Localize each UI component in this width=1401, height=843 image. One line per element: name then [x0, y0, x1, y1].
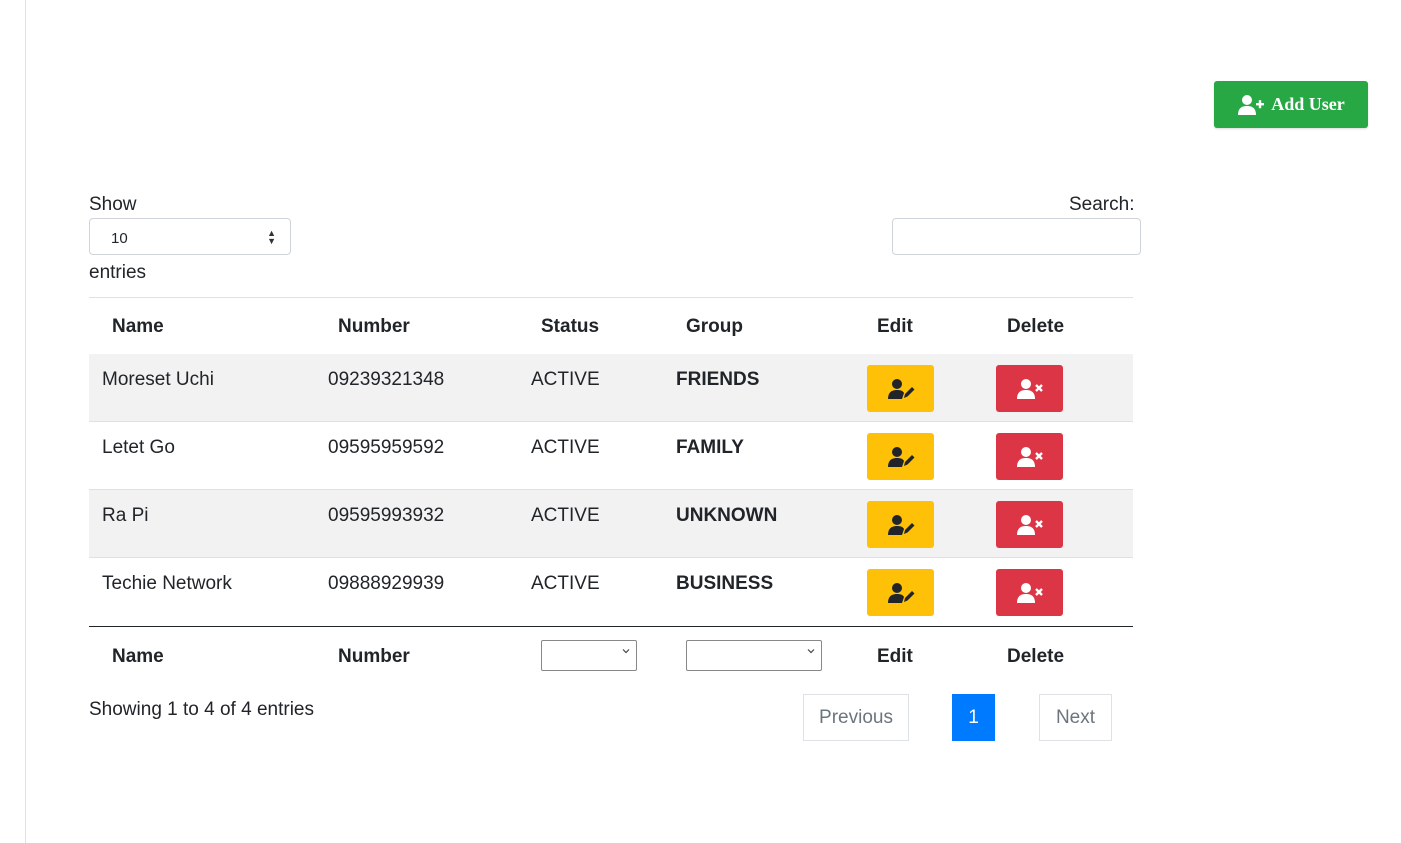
- user-times-icon: [1016, 378, 1043, 399]
- column-header-edit: Edit: [877, 316, 913, 337]
- chevron-down-icon: [622, 649, 630, 654]
- column-header-delete: Delete: [1007, 316, 1065, 337]
- cell-name: Ra Pi: [102, 505, 149, 526]
- column-header-name[interactable]: Name: [112, 316, 164, 338]
- user-edit-icon: [887, 582, 914, 603]
- edit-button[interactable]: [867, 501, 934, 548]
- footer-name: Name: [112, 646, 164, 667]
- status-filter-select[interactable]: [541, 640, 637, 671]
- footer-delete: Delete: [1007, 646, 1065, 667]
- cell-group: BUSINESS: [676, 573, 774, 594]
- page-divider: [25, 0, 26, 843]
- user-times-icon: [1016, 446, 1043, 467]
- table-row: Ra Pi 09595993932 ACTIVE UNKNOWN: [89, 490, 1133, 558]
- search-input[interactable]: [892, 218, 1141, 255]
- cell-number: 09239321348: [328, 369, 445, 390]
- add-user-button[interactable]: Add User: [1214, 81, 1368, 128]
- cell-number: 09888929939: [328, 573, 445, 594]
- chevron-down-icon: [807, 649, 815, 654]
- delete-button[interactable]: [996, 501, 1063, 548]
- user-times-icon: [1016, 582, 1043, 603]
- cell-name: Letet Go: [102, 437, 175, 458]
- column-header-number[interactable]: Number: [338, 316, 410, 338]
- page-1-button[interactable]: 1: [952, 694, 995, 741]
- table-row: Techie Network 09888929939 ACTIVE BUSINE…: [89, 558, 1133, 626]
- cell-group: FAMILY: [676, 437, 744, 458]
- user-times-icon: [1016, 514, 1043, 535]
- cell-name: Techie Network: [102, 573, 232, 594]
- table-header: Name Number Status Group Edit Delete: [89, 297, 1133, 355]
- table-footer: Name Number Edit Delete: [89, 626, 1133, 687]
- group-filter-select[interactable]: [686, 640, 822, 671]
- table-info: Showing 1 to 4 of 4 entries: [89, 699, 314, 720]
- cell-group: FRIENDS: [676, 369, 760, 390]
- entries-length-select[interactable]: 10 ▲ ▼: [89, 218, 291, 255]
- previous-page-button[interactable]: Previous: [803, 694, 909, 741]
- cell-number: 09595959592: [328, 437, 445, 458]
- sort-arrows-icon: ▲ ▼: [267, 228, 276, 246]
- table-row: Letet Go 09595959592 ACTIVE FAMILY: [89, 422, 1133, 490]
- search-label: Search:: [1069, 194, 1135, 215]
- entries-label: entries: [89, 262, 147, 283]
- column-header-status[interactable]: Status: [541, 316, 599, 338]
- footer-edit: Edit: [877, 646, 913, 667]
- cell-group: UNKNOWN: [676, 505, 778, 526]
- show-label: Show: [89, 194, 137, 215]
- user-edit-icon: [887, 378, 914, 399]
- edit-button[interactable]: [867, 569, 934, 616]
- entries-length-value: 10: [111, 230, 128, 247]
- cell-number: 09595993932: [328, 505, 445, 526]
- cell-status: ACTIVE: [531, 369, 600, 390]
- next-page-button[interactable]: Next: [1039, 694, 1112, 741]
- table-row: Moreset Uchi 09239321348 ACTIVE FRIENDS: [89, 354, 1133, 422]
- cell-status: ACTIVE: [531, 573, 600, 594]
- cell-status: ACTIVE: [531, 505, 600, 526]
- delete-button[interactable]: [996, 569, 1063, 616]
- edit-button[interactable]: [867, 365, 934, 412]
- user-edit-icon: [887, 514, 914, 535]
- delete-button[interactable]: [996, 433, 1063, 480]
- user-plus-icon: [1238, 94, 1265, 115]
- add-user-label: Add User: [1271, 94, 1345, 114]
- footer-number: Number: [338, 646, 410, 667]
- column-header-group[interactable]: Group: [686, 316, 743, 338]
- edit-button[interactable]: [867, 433, 934, 480]
- cell-status: ACTIVE: [531, 437, 600, 458]
- cell-name: Moreset Uchi: [102, 369, 214, 390]
- user-edit-icon: [887, 446, 914, 467]
- delete-button[interactable]: [996, 365, 1063, 412]
